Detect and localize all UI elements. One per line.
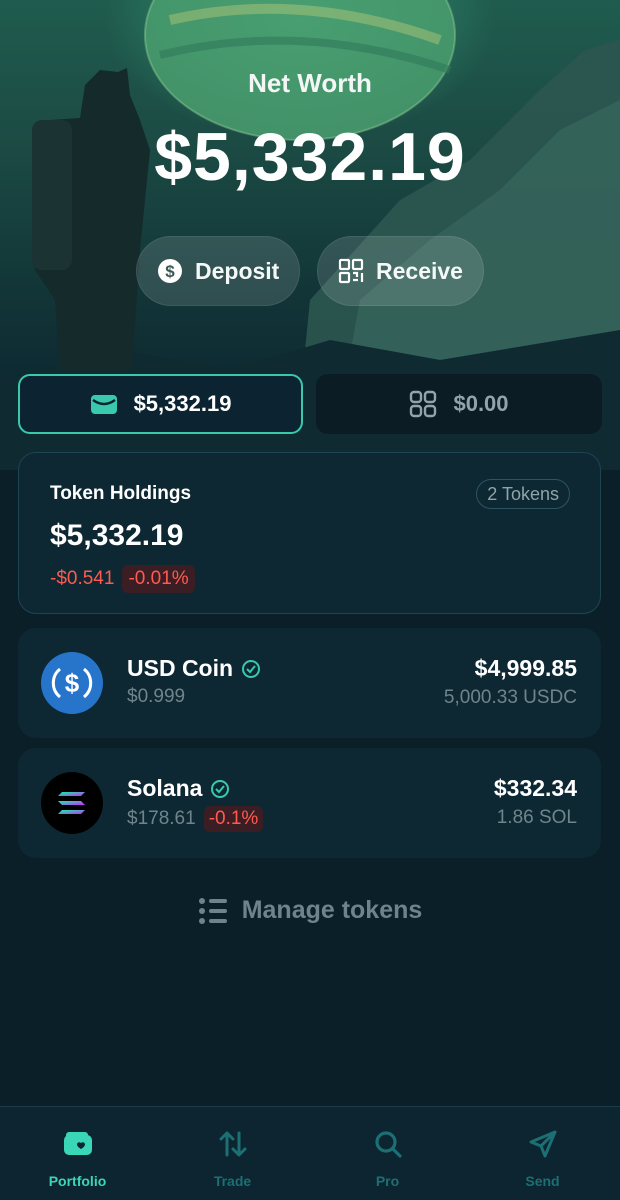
send-arrow-icon [528, 1127, 558, 1161]
net-worth-value: $5,332.19 [154, 119, 466, 195]
verified-badge-icon [210, 779, 230, 799]
nav-portfolio[interactable]: Portfolio [0, 1107, 155, 1200]
swap-arrows-icon [218, 1127, 248, 1161]
solana-logo-icon [41, 772, 103, 834]
qr-code-icon [338, 258, 364, 284]
token-holdings-card: Token Holdings 2 Tokens $5,332.19 -$0.54… [18, 452, 601, 614]
token-holdings-value: $5,332.19 [50, 519, 184, 552]
token-holdings-change: -$0.541 -0.01% [50, 565, 195, 593]
bottom-nav: Portfolio Trade Pro Send [0, 1106, 620, 1200]
token-usd-value: $4,999.85 [474, 655, 577, 681]
nav-trade-label: Trade [213, 1173, 252, 1189]
token-price: $178.61 -0.1% [127, 806, 264, 832]
token-name: USD Coin [127, 655, 261, 682]
manage-tokens-label: Manage tokens [241, 896, 423, 924]
receive-button[interactable]: Receive [317, 236, 484, 306]
receive-label: Receive [376, 257, 463, 284]
change-amount: -$0.541 [50, 568, 115, 589]
token-name-text: Solana [127, 775, 203, 801]
token-holdings-title: Token Holdings [50, 483, 192, 504]
token-amount: 1.86 SOL [496, 807, 577, 828]
collectibles-segment-value: $0.00 [453, 391, 509, 416]
token-name: Solana [127, 775, 230, 802]
deposit-label: Deposit [195, 257, 280, 284]
wallet-heart-icon [63, 1127, 93, 1161]
tokens-segment-value: $5,332.19 [133, 391, 232, 416]
svg-text:$: $ [165, 262, 175, 281]
change-percent-badge: -0.01% [122, 565, 195, 593]
magnifier-icon [373, 1127, 403, 1161]
list-icon [198, 897, 228, 925]
nav-send[interactable]: Send [465, 1107, 620, 1200]
dollar-coin-icon: $ [157, 258, 183, 284]
token-usd-value: $332.34 [493, 775, 577, 801]
svg-text:$: $ [65, 668, 80, 698]
wallet-icon [90, 392, 118, 416]
token-price: $0.999 [127, 686, 185, 708]
manage-tokens-button[interactable]: Manage tokens [0, 896, 620, 925]
nav-portfolio-label: Portfolio [48, 1173, 107, 1189]
token-count-badge: 2 Tokens [476, 479, 570, 509]
token-price-text: $0.999 [127, 686, 186, 707]
usdc-logo-icon: $ [41, 652, 103, 714]
token-name-text: USD Coin [127, 655, 234, 681]
nav-trade[interactable]: Trade [155, 1107, 310, 1200]
token-amount: 5,000.33 USDC [443, 687, 577, 708]
token-row-usdc[interactable]: $ USD Coin $0.999 $4,999.85 5,000.33 USD… [18, 628, 601, 738]
deposit-button[interactable]: $ Deposit [136, 236, 301, 306]
token-change-percent-badge: -0.1% [203, 806, 264, 832]
tab-tokens[interactable]: $5,332.19 [18, 374, 303, 434]
token-row-solana[interactable]: Solana $178.61 -0.1% $332.34 1.86 SOL [18, 748, 601, 858]
nav-send-label: Send [525, 1173, 560, 1189]
net-worth-label: Net Worth [248, 68, 372, 98]
nav-pro-label: Pro [375, 1173, 400, 1189]
verified-badge-icon [241, 659, 261, 679]
token-price-text: $178.61 [127, 808, 196, 829]
tab-collectibles[interactable]: $0.00 [316, 374, 602, 434]
nav-pro[interactable]: Pro [310, 1107, 465, 1200]
grid-icon [409, 390, 437, 418]
